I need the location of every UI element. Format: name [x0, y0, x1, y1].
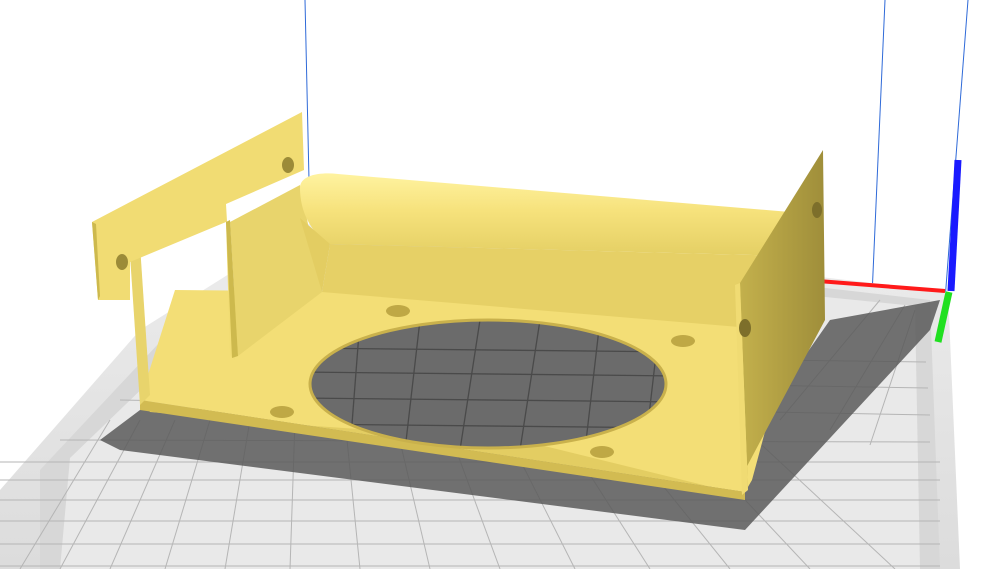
screw-hole [671, 335, 695, 347]
scene-svg [0, 0, 969, 569]
screw-hole [270, 406, 294, 418]
left-flange-hole [282, 157, 294, 173]
screw-hole [590, 446, 614, 458]
right-wall-hole [739, 319, 751, 337]
right-wall-hole [812, 202, 822, 218]
screw-hole [386, 305, 410, 317]
z-axis [947, 159, 962, 292]
left-flange-hole [116, 254, 128, 270]
model-rear-bar [300, 173, 802, 256]
3d-viewport[interactable] [0, 0, 991, 569]
